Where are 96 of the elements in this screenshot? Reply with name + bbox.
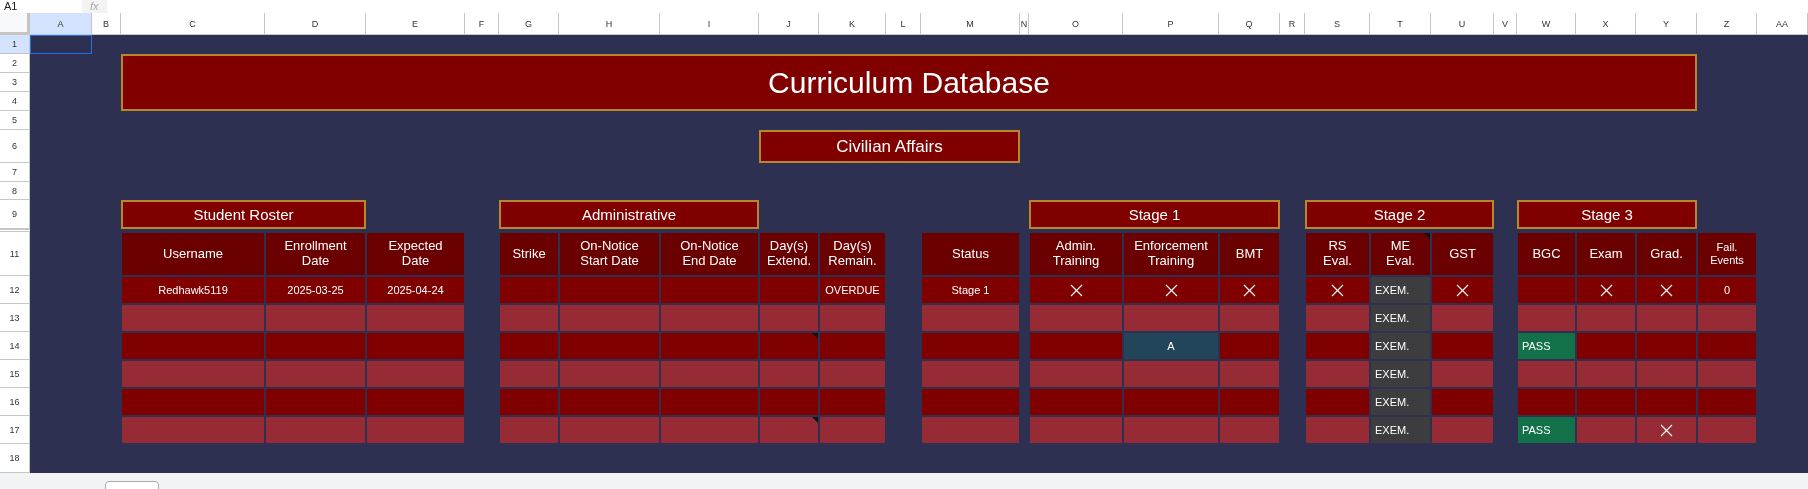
row-header[interactable]: 9 [0, 200, 30, 229]
table-cell: EXEM. [1371, 333, 1430, 359]
column-header[interactable]: W [1517, 13, 1576, 35]
column-header[interactable]: A [30, 13, 92, 35]
column-header[interactable]: I [660, 13, 759, 35]
column-heading: Expected Date [367, 233, 464, 275]
column-heading: Grad. [1637, 233, 1696, 275]
row-header[interactable]: 3 [0, 73, 30, 92]
table-cell: EXEM. [1371, 389, 1430, 415]
column-header[interactable]: Y [1636, 13, 1697, 35]
column-header[interactable]: U [1431, 13, 1494, 35]
cross-icon [1660, 423, 1673, 437]
table-cell: 2025-03-25 [266, 277, 365, 303]
row-header[interactable]: 15 [0, 360, 30, 388]
column-header[interactable]: R [1280, 13, 1305, 35]
column-header[interactable]: E [366, 13, 465, 35]
cross-icon [1069, 283, 1083, 297]
table-cell: 2025-04-24 [367, 277, 464, 303]
column-heading: Fail. Events [1698, 233, 1756, 275]
column-header[interactable]: T [1370, 13, 1431, 35]
column-heading: Exam [1577, 233, 1635, 275]
column-header[interactable]: L [886, 13, 921, 35]
row-header[interactable]: 4 [0, 92, 30, 111]
column-heading: BGC [1518, 233, 1575, 275]
column-header[interactable]: J [759, 13, 819, 35]
row-header[interactable]: 13 [0, 304, 30, 332]
column-heading: Username [122, 233, 264, 275]
section-header: Stage 2 [1305, 200, 1494, 229]
cross-icon [1456, 283, 1469, 297]
row-header[interactable]: 16 [0, 388, 30, 416]
table-cell: Redhawk5119 [122, 277, 264, 303]
heading-label: ME Eval. [1385, 239, 1416, 269]
column-header[interactable]: S [1305, 13, 1370, 35]
column-header[interactable]: K [819, 13, 886, 35]
column-header[interactable]: P [1123, 13, 1219, 35]
table-cell: 0 [1698, 277, 1756, 303]
cross-icon [1599, 283, 1613, 297]
select-all-corner[interactable] [0, 13, 30, 35]
column-heading: Enforcement Training [1124, 233, 1218, 275]
table-cell: A [1124, 333, 1218, 359]
column-header[interactable]: B [92, 13, 121, 35]
sheet-subtitle: Civilian Affairs [759, 130, 1020, 163]
column-header[interactable]: M [921, 13, 1020, 35]
row-header[interactable]: 8 [0, 182, 30, 200]
cross-icon [1243, 283, 1256, 297]
column-header[interactable]: G [499, 13, 559, 35]
row-header[interactable]: 2 [0, 54, 30, 73]
row-header[interactable]: 6 [0, 130, 30, 163]
table-cell: EXEM. [1371, 361, 1430, 387]
cross-icon [1164, 283, 1178, 297]
column-heading: Day(s) Extend. [760, 233, 818, 275]
section-header: Stage 1 [1029, 200, 1280, 229]
column-heading: Day(s) Remain. [820, 233, 885, 275]
column-header[interactable]: V [1494, 13, 1517, 35]
row-header[interactable]: 5 [0, 111, 30, 130]
column-header[interactable]: F [465, 13, 499, 35]
column-heading: Status [922, 233, 1019, 275]
column-heading: On-Notice Start Date [560, 233, 659, 275]
cross-icon [1331, 283, 1344, 297]
table-cell: OVERDUE [820, 277, 885, 303]
column-header[interactable]: X [1576, 13, 1636, 35]
column-header[interactable]: D [265, 13, 366, 35]
column-header[interactable]: AA [1757, 13, 1808, 35]
table-cell: Stage 1 [922, 277, 1019, 303]
column-heading: Enrollment Date [266, 233, 365, 275]
selected-cell[interactable] [30, 35, 92, 54]
row-header[interactable]: 14 [0, 332, 30, 360]
row-header[interactable]: 18 [0, 444, 30, 473]
table-cell: EXEM. [1371, 417, 1430, 443]
column-heading: BMT [1220, 233, 1279, 275]
table-cell: EXEM. [1371, 305, 1430, 331]
column-heading: Strike [500, 233, 558, 275]
row-header[interactable]: 17 [0, 416, 30, 444]
column-header[interactable]: Q [1219, 13, 1280, 35]
section-header: Student Roster [121, 200, 366, 229]
column-heading: GST [1432, 233, 1493, 275]
column-header[interactable]: H [559, 13, 660, 35]
row-header[interactable]: 1 [0, 35, 30, 54]
table-cell: PASS [1518, 333, 1575, 359]
row-header[interactable]: 12 [0, 276, 30, 304]
section-header: Stage 3 [1517, 200, 1697, 229]
column-header[interactable]: O [1029, 13, 1123, 35]
column-heading: Admin. Training [1030, 233, 1122, 275]
name-box[interactable]: A1 [4, 0, 60, 13]
table-cell: EXEM. [1371, 277, 1430, 303]
table-cell: PASS [1518, 417, 1575, 443]
row-header[interactable]: 11 [0, 232, 30, 276]
column-heading: On-Notice End Date [661, 233, 758, 275]
cross-icon [1660, 283, 1673, 297]
column-header[interactable]: C [121, 13, 265, 35]
row-header[interactable]: 7 [0, 163, 30, 182]
sheet-title: Curriculum Database [121, 54, 1697, 111]
column-header[interactable]: Z [1697, 13, 1757, 35]
column-heading: RS Eval. [1306, 233, 1369, 275]
section-header: Administrative [499, 200, 759, 229]
formula-label: fx [82, 0, 107, 13]
